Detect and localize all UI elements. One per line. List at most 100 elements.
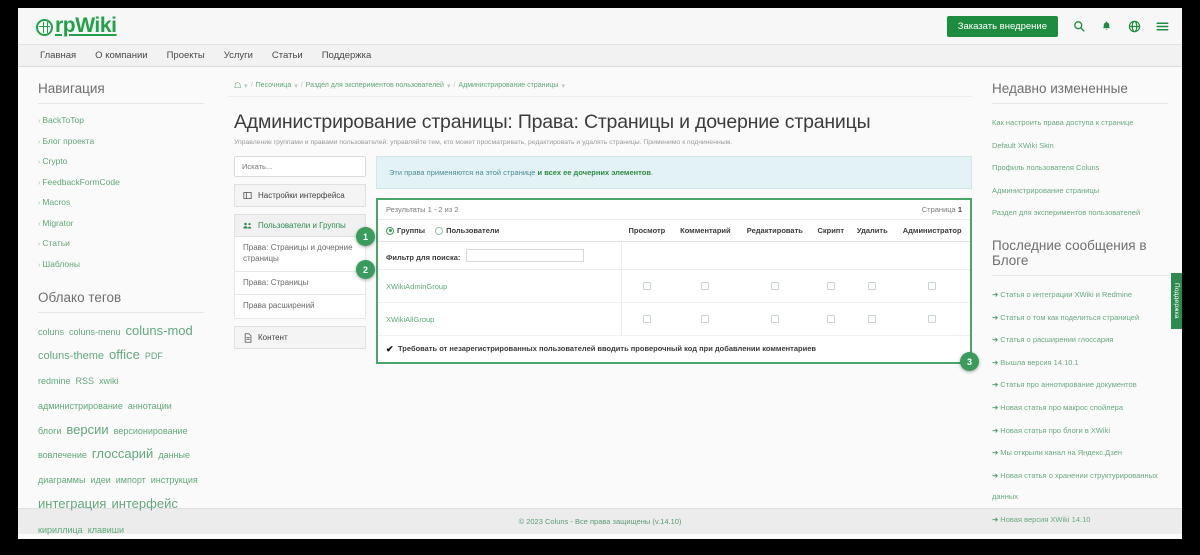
recent-change-link[interactable]: Профиль пользователя Coluns [992, 163, 1099, 172]
tag-link[interactable]: PDF [145, 350, 163, 364]
nav-item-projects[interactable]: Проекты [167, 50, 205, 61]
tag-link[interactable]: версии [66, 420, 108, 440]
tag-link[interactable]: глоссарий [92, 444, 153, 464]
blog-post-link[interactable]: Мы открыли канал на Яндекс.Дзен [1000, 448, 1122, 457]
tag-link[interactable]: office [109, 345, 140, 365]
blog-post-link[interactable]: Вышла версия 14.10.1 [1000, 358, 1078, 367]
nav-item-home[interactable]: Главная [40, 50, 76, 61]
tag-link[interactable]: идеи [90, 474, 110, 488]
nav-item-company[interactable]: О компании [95, 50, 147, 61]
column-header-comment[interactable]: Комментарий [672, 220, 739, 242]
permission-cell[interactable] [738, 269, 812, 303]
blog-post-link[interactable]: Новая версия XWiki 14.10 [1000, 515, 1090, 524]
permission-cell[interactable] [672, 269, 739, 303]
tag-link[interactable]: интерфейс [111, 494, 177, 514]
navigation-link[interactable]: Crypto [42, 156, 67, 166]
recent-change-link[interactable]: Администрирование страницы [992, 186, 1099, 195]
captcha-checkbox[interactable]: ✔ [386, 344, 394, 353]
column-header-delete[interactable]: Удалить [850, 220, 895, 242]
navigation-link[interactable]: Статьи [42, 238, 70, 248]
permission-checkbox[interactable] [868, 282, 877, 290]
tag-link[interactable]: данные [158, 449, 190, 463]
permission-checkbox[interactable] [826, 282, 835, 290]
tag-link[interactable]: redmine [38, 375, 71, 389]
permission-cell[interactable] [811, 302, 851, 336]
column-header-script[interactable]: Скрипт [811, 220, 851, 242]
tag-link[interactable]: клавиши [88, 524, 124, 538]
permission-checkbox[interactable] [701, 315, 710, 323]
permission-cell[interactable] [738, 302, 812, 336]
permission-checkbox[interactable] [643, 282, 652, 290]
tag-link[interactable]: версионирование [114, 425, 188, 439]
permission-checkbox[interactable] [928, 282, 937, 290]
permission-checkbox[interactable] [770, 282, 779, 290]
tag-link[interactable]: аннотации [128, 400, 172, 414]
globe-icon-header[interactable] [1127, 19, 1142, 34]
permission-cell[interactable] [672, 302, 739, 336]
breadcrumb-item-experiments[interactable]: Раздел для экспериментов пользователей [306, 82, 444, 89]
column-header-admin[interactable]: Администратор [894, 220, 970, 242]
navigation-link[interactable]: Migrator [42, 218, 73, 228]
tag-link[interactable]: RSS [76, 375, 95, 389]
permission-cell[interactable] [621, 269, 673, 303]
radio-groups[interactable]: Группы [386, 226, 425, 235]
permission-checkbox[interactable] [701, 282, 710, 290]
tag-link[interactable]: coluns-theme [38, 348, 104, 365]
permission-cell[interactable] [894, 269, 970, 303]
home-icon[interactable]: ☖ [234, 81, 241, 90]
tag-link[interactable]: coluns-menu [69, 326, 121, 340]
bell-icon[interactable] [1099, 19, 1114, 34]
breadcrumb-item-sandbox[interactable]: Песочница [256, 82, 292, 89]
admin-menu-rights-pages[interactable]: Права: Страницы [234, 271, 366, 296]
recent-change-link[interactable]: Как настроить права доступа к странице [992, 118, 1133, 127]
filter-input[interactable] [466, 249, 585, 262]
order-implementation-button[interactable]: Заказать внедрение [946, 15, 1058, 37]
recent-change-link[interactable]: Раздел для экспериментов пользователей [992, 208, 1140, 217]
recent-change-link[interactable]: Default XWiki Skin [992, 141, 1054, 150]
blog-post-link[interactable]: Статья о расширении глоссария [1000, 335, 1113, 344]
hamburger-icon[interactable] [1155, 19, 1170, 34]
navigation-link[interactable]: Шаблоны [42, 259, 80, 269]
tag-link[interactable]: кириллица [38, 524, 83, 538]
nav-item-services[interactable]: Услуги [224, 50, 253, 61]
tag-link[interactable]: coluns [38, 326, 64, 340]
blog-post-link[interactable]: Новая статья про блоги в XWiki [1000, 426, 1110, 435]
permission-cell[interactable] [850, 269, 895, 303]
permission-checkbox[interactable] [826, 315, 835, 323]
blog-post-link[interactable]: Новая статья о хранении структурированны… [992, 471, 1158, 502]
admin-menu-content[interactable]: Контент [234, 326, 366, 350]
admin-menu-rights-extensions[interactable]: Права расширений [234, 295, 366, 320]
tag-link[interactable]: инструкция [151, 474, 198, 488]
permission-cell[interactable] [850, 302, 895, 336]
permission-checkbox[interactable] [928, 315, 937, 323]
radio-users-input[interactable] [435, 226, 444, 235]
admin-menu-interface[interactable]: Настройки интерфейса [234, 184, 366, 207]
tag-link[interactable]: администрирование [38, 400, 123, 414]
column-header-edit[interactable]: Редактировать [738, 220, 812, 242]
column-header-view[interactable]: Просмотр [621, 220, 673, 242]
permission-cell[interactable] [894, 302, 970, 336]
tag-link[interactable]: xwiki [99, 375, 119, 389]
tag-link[interactable]: вовлечение [38, 449, 87, 463]
blog-post-link[interactable]: Статья о том как поделиться страницей [1000, 313, 1139, 322]
tag-link[interactable]: диаграммы [38, 474, 85, 488]
navigation-link[interactable]: Блог проекта [42, 136, 94, 146]
permission-checkbox[interactable] [770, 315, 779, 323]
support-tab[interactable]: Поддержка [1171, 273, 1182, 329]
nav-item-articles[interactable]: Статьи [272, 50, 303, 61]
group-name-cell[interactable]: XWikiAdminGroup [378, 269, 623, 303]
nav-item-support[interactable]: Поддержка [322, 50, 372, 61]
admin-menu-rights-pages-and-children[interactable]: Права: Страницы и дочерние страницы [234, 237, 366, 272]
tag-link[interactable]: интеграция [38, 494, 106, 514]
blog-post-link[interactable]: Статья о интеграции XWiki и Redmine [1000, 290, 1132, 299]
tag-link[interactable]: импорт [116, 474, 146, 488]
tag-link[interactable]: блоги [38, 425, 61, 439]
radio-groups-input[interactable] [386, 226, 394, 235]
blog-post-link[interactable]: Новая статья про макрос спойлера [1000, 403, 1123, 412]
permission-checkbox[interactable] [643, 315, 652, 323]
site-logo[interactable]: rpWiki [36, 14, 117, 38]
group-name-cell[interactable]: XWikiAllGroup [378, 302, 623, 336]
permission-cell[interactable] [811, 269, 851, 303]
blog-post-link[interactable]: Статья про аннотирование документов [1000, 380, 1136, 389]
captcha-requirement-row[interactable]: ✔ Требовать от незарегистрированных поль… [378, 336, 970, 362]
